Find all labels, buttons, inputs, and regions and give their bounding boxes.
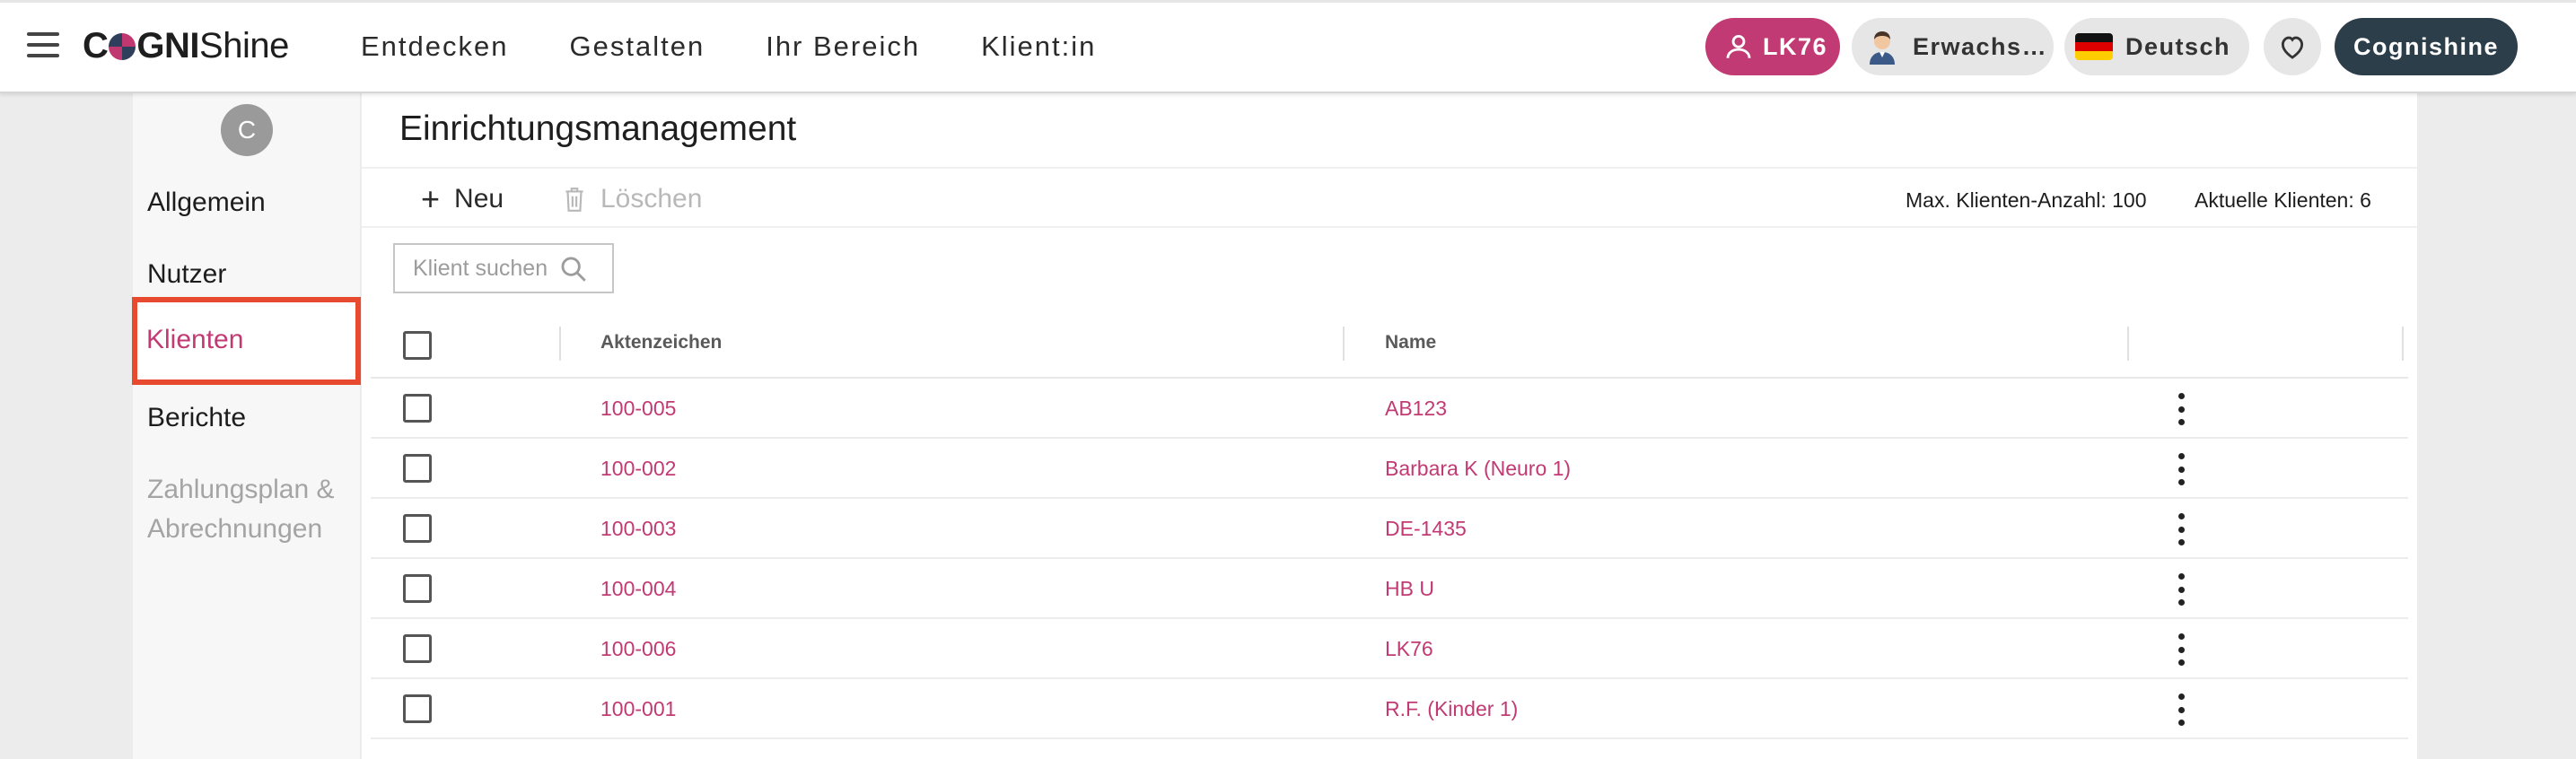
row-aktenzeichen[interactable]: 100-001 xyxy=(600,697,676,721)
menu-icon[interactable] xyxy=(27,32,59,57)
sidebar-item-klienten-label: Klienten xyxy=(146,325,244,354)
main-panel: Einrichtungsmanagement + Neu Löschen Max… xyxy=(362,93,2417,759)
column-header-name[interactable]: Name xyxy=(1385,332,1436,353)
search-box[interactable] xyxy=(393,243,614,293)
more-vert-icon[interactable] xyxy=(2172,633,2190,666)
search-icon[interactable] xyxy=(558,254,589,284)
more-vert-icon[interactable] xyxy=(2172,694,2190,726)
language-selector[interactable]: Deutsch xyxy=(2064,18,2249,75)
row-name[interactable]: LK76 xyxy=(1385,637,1433,661)
sidebar-item-klienten[interactable]: Klienten xyxy=(132,297,361,385)
row-aktenzeichen[interactable]: 100-003 xyxy=(600,517,676,541)
sidebar-item-zahlungsplan-line2: Abrechnungen xyxy=(147,514,323,544)
age-group-selector[interactable]: Erwachsene xyxy=(1852,18,2054,75)
delete-button[interactable]: Löschen xyxy=(563,181,702,217)
row-name[interactable]: DE-1435 xyxy=(1385,517,1467,541)
delete-label: Löschen xyxy=(600,184,703,214)
table-row[interactable]: 100-003 DE-1435 xyxy=(371,499,2408,559)
more-vert-icon[interactable] xyxy=(2172,513,2190,545)
more-vert-icon[interactable] xyxy=(2172,453,2190,485)
select-all-checkbox[interactable] xyxy=(403,331,432,360)
column-separator[interactable] xyxy=(1343,327,1345,361)
current-clients-text: Aktuelle Klienten: 6 xyxy=(2195,188,2371,212)
column-separator[interactable] xyxy=(559,327,561,361)
row-name[interactable]: Barbara K (Neuro 1) xyxy=(1385,457,1571,481)
nav-gestalten[interactable]: Gestalten xyxy=(570,31,705,63)
row-checkbox[interactable] xyxy=(403,574,432,603)
language-label: Deutsch xyxy=(2125,32,2231,60)
row-name[interactable]: AB123 xyxy=(1385,397,1447,421)
sidebar-item-nutzer[interactable]: Nutzer xyxy=(147,255,226,294)
toolbar: + Neu Löschen Max. Klienten-Anzahl: 100 … xyxy=(362,167,2417,228)
column-header-aktenzeichen[interactable]: Aktenzeichen xyxy=(600,332,722,353)
main-nav: Entdecken Gestalten Ihr Bereich Klient:i… xyxy=(361,0,1157,93)
german-flag-icon xyxy=(2075,33,2113,60)
user-label: LK76 xyxy=(1763,32,1828,60)
table-row[interactable]: 100-001 R.F. (Kinder 1) xyxy=(371,679,2408,739)
table-header: Aktenzeichen Name xyxy=(371,309,2408,379)
logo[interactable]: C GNI Shine xyxy=(83,23,289,68)
new-label: Neu xyxy=(454,184,504,214)
column-separator[interactable] xyxy=(2127,327,2129,361)
sidebar-item-berichte[interactable]: Berichte xyxy=(147,398,246,438)
max-clients-text: Max. Klienten-Anzahl: 100 xyxy=(1906,188,2147,212)
row-checkbox[interactable] xyxy=(403,514,432,543)
logo-text-gni: GNI xyxy=(136,25,200,65)
table-row[interactable]: 100-004 HB U xyxy=(371,559,2408,619)
clients-table: Aktenzeichen Name 100-005 AB123 100-002 … xyxy=(371,309,2408,739)
heart-icon xyxy=(2281,36,2304,59)
column-separator[interactable] xyxy=(2402,327,2404,361)
favorites-button[interactable] xyxy=(2264,18,2321,75)
row-aktenzeichen[interactable]: 100-006 xyxy=(600,637,676,661)
table-row[interactable]: 100-005 AB123 xyxy=(371,379,2408,439)
sidebar-item-zahlungsplan: Zahlungsplan & Abrechnungen xyxy=(147,470,334,549)
nav-entdecken[interactable]: Entdecken xyxy=(361,31,509,63)
page-background-right xyxy=(2417,93,2576,759)
settings-sidebar: C Allgemein Nutzer Berichte Zahlungsplan… xyxy=(133,93,360,759)
more-vert-icon[interactable] xyxy=(2172,573,2190,606)
brand-button[interactable]: Cognishine xyxy=(2335,18,2518,75)
row-checkbox[interactable] xyxy=(403,694,432,723)
row-checkbox[interactable] xyxy=(403,394,432,423)
sidebar-item-zahlungsplan-line1: Zahlungsplan & xyxy=(147,475,335,504)
top-bar: C GNI Shine Entdecken Gestalten Ihr Bere… xyxy=(0,0,2576,93)
nav-ihr-bereich[interactable]: Ihr Bereich xyxy=(766,31,920,63)
nav-klientin[interactable]: Klient:in xyxy=(981,31,1096,63)
row-aktenzeichen[interactable]: 100-005 xyxy=(600,397,676,421)
search-input[interactable] xyxy=(413,255,574,282)
avatar[interactable]: C xyxy=(221,104,273,156)
row-name[interactable]: HB U xyxy=(1385,577,1434,601)
logo-mark-icon xyxy=(109,33,136,60)
user-icon xyxy=(1726,34,1751,58)
row-aktenzeichen[interactable]: 100-004 xyxy=(600,577,676,601)
plus-icon: + xyxy=(421,180,441,217)
logo-text-c: C xyxy=(83,25,109,65)
table-row[interactable]: 100-006 LK76 xyxy=(371,619,2408,679)
row-name[interactable]: R.F. (Kinder 1) xyxy=(1385,697,1518,721)
table-row[interactable]: 100-002 Barbara K (Neuro 1) xyxy=(371,439,2408,499)
trash-icon xyxy=(565,188,583,212)
sidebar-item-allgemein[interactable]: Allgemein xyxy=(147,183,266,222)
page-title: Einrichtungsmanagement xyxy=(399,109,797,148)
row-aktenzeichen[interactable]: 100-002 xyxy=(600,457,676,481)
row-checkbox[interactable] xyxy=(403,634,432,663)
more-vert-icon[interactable] xyxy=(2172,393,2190,425)
person-avatar-icon xyxy=(1870,31,1895,65)
row-checkbox[interactable] xyxy=(403,454,432,483)
age-group-label: Erwachsene xyxy=(1913,32,2047,60)
new-button[interactable]: + Neu xyxy=(421,181,504,217)
user-button[interactable]: LK76 xyxy=(1705,18,1840,75)
logo-text-shine: Shine xyxy=(199,25,289,65)
